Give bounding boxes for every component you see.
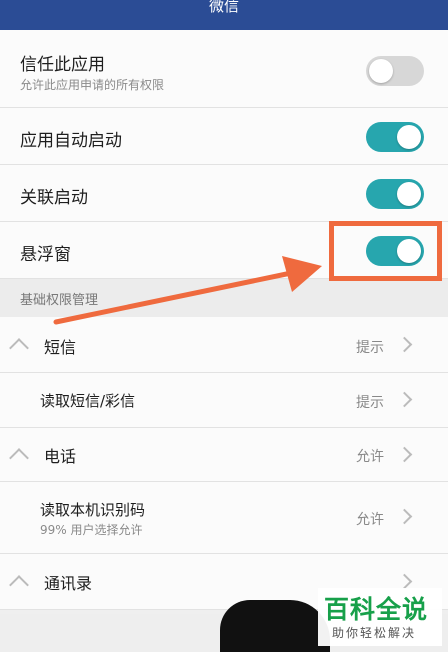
finger-shadow	[220, 600, 330, 652]
perm-read-device-id[interactable]: 读取本机识别码 99% 用户选择允许 允许	[0, 482, 448, 554]
auto-start-toggle[interactable]	[366, 122, 424, 152]
chevron-up-icon	[9, 448, 29, 468]
chevron-up-icon	[9, 575, 29, 595]
setting-subtitle: 允许此应用申请的所有权限	[20, 78, 165, 92]
perm-subtitle: 99% 用户选择允许	[40, 523, 143, 537]
perm-read-sms[interactable]: 读取短信/彩信 提示	[0, 373, 448, 428]
perm-status: 允许	[356, 512, 384, 528]
chevron-right-icon	[396, 446, 413, 463]
setting-row-auto-start[interactable]: 应用自动启动	[0, 108, 448, 165]
trust-app-toggle[interactable]	[366, 56, 424, 86]
setting-title: 应用自动启动	[20, 131, 122, 151]
title-bar: 微信	[0, 0, 448, 30]
linked-start-toggle[interactable]	[366, 179, 424, 209]
perm-status: 允许	[356, 449, 384, 465]
perm-label: 通讯录	[44, 574, 93, 593]
toggle-knob	[397, 182, 421, 206]
toggle-knob	[369, 59, 393, 83]
chevron-right-icon	[396, 391, 413, 408]
setting-title: 关联启动	[20, 188, 88, 208]
chevron-right-icon	[396, 573, 413, 590]
app-title: 微信	[208, 0, 239, 15]
setting-row-linked-start[interactable]: 关联启动	[0, 165, 448, 222]
chevron-right-icon	[396, 336, 413, 353]
perm-group-phone[interactable]: 电话 允许	[0, 428, 448, 482]
chevron-right-icon	[396, 508, 413, 525]
setting-title: 悬浮窗	[20, 245, 71, 265]
highlight-box	[329, 221, 442, 281]
perm-status: 提示	[356, 395, 384, 411]
setting-title: 信任此应用	[20, 55, 105, 75]
setting-row-trust-app[interactable]: 信任此应用 允许此应用申请的所有权限	[0, 30, 448, 108]
settings-list: 信任此应用 允许此应用申请的所有权限 应用自动启动 关联启动 悬浮窗 基础权限管…	[0, 30, 448, 610]
section-header-label: 基础权限管理	[20, 293, 99, 308]
perm-label: 短信	[44, 338, 77, 357]
section-header: 基础权限管理	[0, 279, 448, 317]
perm-status: 提示	[356, 340, 384, 356]
toggle-knob	[397, 125, 421, 149]
perm-group-sms[interactable]: 短信 提示	[0, 317, 448, 373]
perm-label: 电话	[44, 447, 77, 466]
chevron-up-icon	[9, 338, 29, 358]
watermark: 百科全说 助你轻松解决	[318, 588, 442, 646]
watermark-title: 百科全说	[324, 595, 429, 624]
perm-label: 读取短信/彩信	[40, 392, 136, 410]
perm-label: 读取本机识别码	[40, 501, 146, 519]
watermark-subtitle: 助你轻松解决	[332, 626, 417, 640]
